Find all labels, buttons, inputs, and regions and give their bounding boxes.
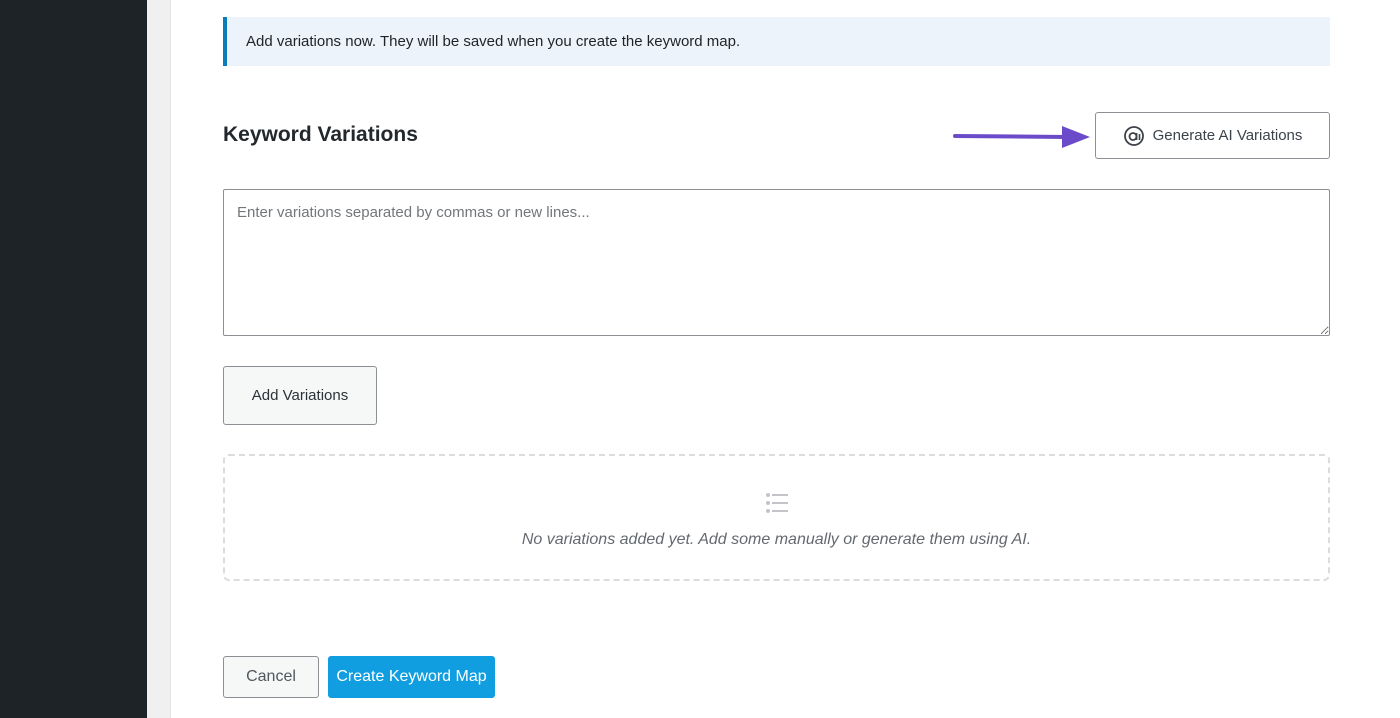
create-keyword-map-button[interactable]: Create Keyword Map (328, 656, 495, 698)
cancel-button[interactable]: Cancel (223, 656, 319, 698)
empty-state-message: No variations added yet. Add some manual… (521, 530, 1032, 548)
ai-icon (1123, 125, 1144, 146)
main-panel (170, 0, 1400, 718)
generate-ai-variations-button[interactable]: Generate AI Variations (1095, 112, 1330, 159)
variations-textarea[interactable] (223, 189, 1330, 336)
admin-sidebar (0, 0, 147, 718)
add-variations-button[interactable]: Add Variations (223, 366, 377, 425)
list-icon (765, 492, 788, 513)
info-notice: Add variations now. They will be saved w… (223, 17, 1330, 66)
generate-button-label: Generate AI Variations (1152, 127, 1303, 144)
notice-text: Add variations now. They will be saved w… (246, 33, 741, 50)
empty-variations-list: No variations added yet. Add some manual… (223, 454, 1330, 581)
section-title: Keyword Variations (223, 123, 418, 146)
annotation-arrow (953, 126, 1090, 148)
